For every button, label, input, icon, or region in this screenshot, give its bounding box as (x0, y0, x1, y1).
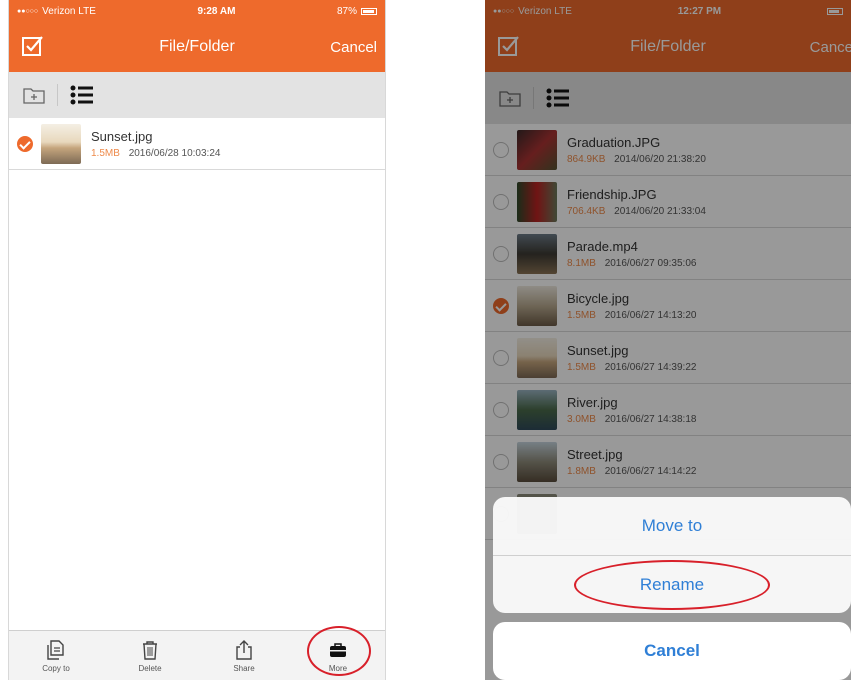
file-date: 2016/06/28 10:03:24 (128, 147, 221, 159)
toolbox-icon (330, 642, 346, 657)
list-view-icon[interactable] (70, 84, 94, 106)
rename-button[interactable]: Rename (493, 555, 851, 613)
copy-icon (47, 639, 64, 660)
file-size: 1.5MB (91, 147, 120, 159)
more-button[interactable]: More (298, 639, 378, 673)
move-to-button[interactable]: Move to (493, 497, 851, 555)
signal-icon: ●●○○○ (17, 7, 39, 15)
share-icon (236, 639, 252, 660)
battery-icon (361, 7, 377, 15)
toolbar-divider (57, 84, 58, 106)
clock: 9:28 AM (197, 5, 236, 17)
action-sheet: Move to Rename Cancel (493, 497, 851, 680)
bottom-action-bar: Copy to Delete Share More (9, 630, 385, 680)
status-bar: ●●○○○ Verizon LTE 9:28 AM 87% (9, 0, 385, 22)
battery-indicator: 87% (337, 6, 377, 17)
toolbar (9, 72, 385, 118)
carrier-label: ●●○○○ Verizon LTE (17, 5, 96, 17)
file-row[interactable]: Sunset.jpg 1.5MB 2016/06/28 10:03:24 (9, 118, 385, 170)
phone-screen-left: ●●○○○ Verizon LTE 9:28 AM 87% File/Folde… (8, 0, 386, 680)
page-title: File/Folder (159, 38, 235, 55)
copy-to-button[interactable]: Copy to (16, 639, 96, 673)
file-meta: 1.5MB 2016/06/28 10:03:24 (91, 148, 220, 159)
trash-icon (143, 640, 157, 660)
delete-button[interactable]: Delete (110, 639, 190, 673)
nav-bar: File/Folder Cancel (9, 22, 385, 72)
cancel-button[interactable]: Cancel (330, 39, 377, 56)
action-sheet-cancel-button[interactable]: Cancel (493, 622, 851, 680)
file-info: Sunset.jpg 1.5MB 2016/06/28 10:03:24 (91, 129, 220, 159)
selected-checkbox-icon[interactable] (17, 135, 33, 152)
action-sheet-options: Move to Rename (493, 497, 851, 613)
new-folder-icon[interactable] (23, 86, 45, 104)
file-name: Sunset.jpg (91, 128, 153, 144)
phone-screen-right: ●●○○○ Verizon LTE 12:27 PM File/Folder C… (485, 0, 851, 680)
file-thumbnail (41, 123, 81, 164)
share-button[interactable]: Share (204, 639, 284, 673)
